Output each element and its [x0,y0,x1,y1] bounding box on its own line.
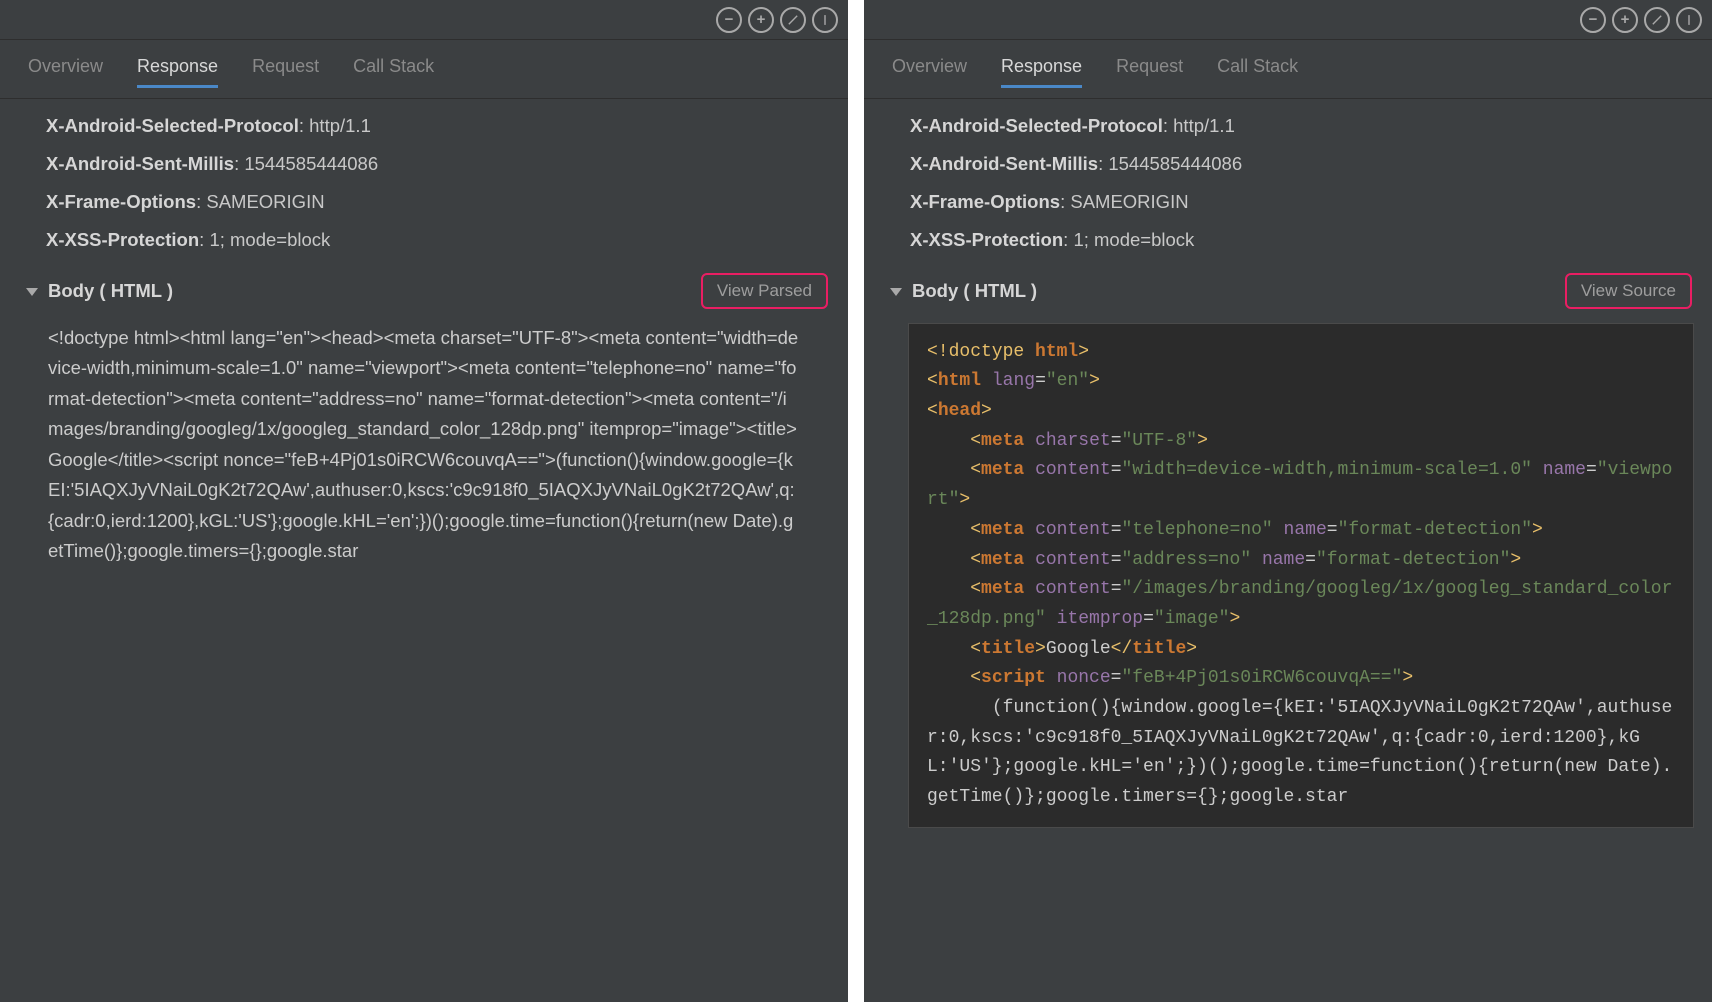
chevron-down-icon [26,288,38,296]
tab-overview[interactable]: Overview [28,56,103,88]
attr-name: name [1543,460,1586,480]
devtools-panel-left: − + Overview Response Request Call Stack… [0,0,848,1002]
attr-name: name [1262,550,1305,570]
doctype-kw: html [1035,342,1078,362]
header-value: SAMEORIGIN [206,191,324,212]
header-name: X-XSS-Protection [46,229,199,250]
header-row: X-XSS-Protection: 1; mode=block [46,221,802,259]
tag-meta: meta [981,460,1024,480]
toolbar: − + [864,0,1712,40]
attr-content: content [1035,550,1111,570]
val-fmt-name: "format-detection" [1338,520,1532,540]
tab-bar: Overview Response Request Call Stack [0,40,848,99]
attr-content: content [1035,520,1111,540]
val-viewport-content: "width=device-width,minimum-scale=1.0" [1122,460,1532,480]
header-row: X-Android-Selected-Protocol: http/1.1 [910,107,1666,145]
val-addr-content: "address=no" [1122,550,1252,570]
tab-callstack[interactable]: Call Stack [1217,56,1298,88]
val-charset: "UTF-8" [1122,431,1198,451]
doctype-open: <!doctype [927,342,1024,362]
header-name: X-Android-Selected-Protocol [46,115,299,136]
view-source-button[interactable]: View Source [1565,273,1692,309]
title-text: Google [1046,639,1111,659]
tag-title: title [981,639,1035,659]
tag-html: html [938,371,981,391]
attr-content: content [1035,579,1111,599]
body-section-header[interactable]: Body ( HTML ) View Source [864,265,1712,317]
minus-icon[interactable]: − [1580,7,1606,33]
chevron-down-icon [890,288,902,296]
step-icon[interactable] [812,7,838,33]
tag-head: head [938,401,981,421]
toolbar: − + [0,0,848,40]
plus-icon[interactable]: + [1612,7,1638,33]
val-itemprop: "image" [1154,609,1230,629]
attr-itemprop: itemprop [1057,609,1143,629]
tag-meta: meta [981,579,1024,599]
tag-meta: meta [981,431,1024,451]
bracket: > [1078,342,1089,362]
plus-icon[interactable]: + [748,7,774,33]
response-headers: X-Android-Selected-Protocol: http/1.1 X-… [0,99,848,265]
tab-response[interactable]: Response [1001,56,1082,88]
header-value: SAMEORIGIN [1070,191,1188,212]
disable-icon[interactable] [1644,7,1670,33]
header-name: X-Android-Selected-Protocol [910,115,1163,136]
body-parsed-html: <!doctype html> <html lang="en"> <head> … [908,323,1694,828]
tag-script: script [981,668,1046,688]
attr-name: name [1284,520,1327,540]
attr-nonce: nonce [1057,668,1111,688]
minus-icon[interactable]: − [716,7,742,33]
header-value: 1544585444086 [244,153,378,174]
header-row: X-Android-Sent-Millis: 1544585444086 [46,145,802,183]
tag-meta: meta [981,550,1024,570]
disable-icon[interactable] [780,7,806,33]
header-row: X-Frame-Options: SAMEORIGIN [46,183,802,221]
header-row: X-XSS-Protection: 1; mode=block [910,221,1666,259]
devtools-panel-right: − + Overview Response Request Call Stack… [864,0,1712,1002]
header-name: X-Android-Sent-Millis [46,153,234,174]
val-lang: "en" [1046,371,1089,391]
script-body-text: (function(){window.google={kEI:'5IAQXJyV… [927,698,1672,807]
header-name: X-Frame-Options [910,191,1060,212]
body-section-label: Body ( HTML ) [48,280,701,302]
header-name: X-Frame-Options [46,191,196,212]
tab-response[interactable]: Response [137,56,218,88]
header-value: 1; mode=block [1073,229,1194,250]
tab-request[interactable]: Request [252,56,319,88]
view-parsed-button[interactable]: View Parsed [701,273,828,309]
tab-overview[interactable]: Overview [892,56,967,88]
header-name: X-Android-Sent-Millis [910,153,1098,174]
header-value: 1; mode=block [209,229,330,250]
body-section-header[interactable]: Body ( HTML ) View Parsed [0,265,848,317]
tag-title-close: title [1132,639,1186,659]
val-nonce: "feB+4Pj01s0iRCW6couvqA==" [1121,668,1402,688]
response-headers: X-Android-Selected-Protocol: http/1.1 X-… [864,99,1712,265]
tab-callstack[interactable]: Call Stack [353,56,434,88]
header-value: http/1.1 [309,115,371,136]
header-value: 1544585444086 [1108,153,1242,174]
body-raw-text: <!doctype html><html lang="en"><head><me… [0,317,848,567]
header-row: X-Android-Selected-Protocol: http/1.1 [46,107,802,145]
tab-request[interactable]: Request [1116,56,1183,88]
header-row: X-Frame-Options: SAMEORIGIN [910,183,1666,221]
header-name: X-XSS-Protection [910,229,1063,250]
attr-lang: lang [992,371,1035,391]
val-tel-content: "telephone=no" [1122,520,1273,540]
header-row: X-Android-Sent-Millis: 1544585444086 [910,145,1666,183]
val-fmt-name: "format-detection" [1316,550,1510,570]
step-icon[interactable] [1676,7,1702,33]
tab-bar: Overview Response Request Call Stack [864,40,1712,99]
attr-content: content [1035,460,1111,480]
header-value: http/1.1 [1173,115,1235,136]
body-section-label: Body ( HTML ) [912,280,1565,302]
tag-meta: meta [981,520,1024,540]
panel-divider [848,0,864,1002]
attr-charset: charset [1035,431,1111,451]
